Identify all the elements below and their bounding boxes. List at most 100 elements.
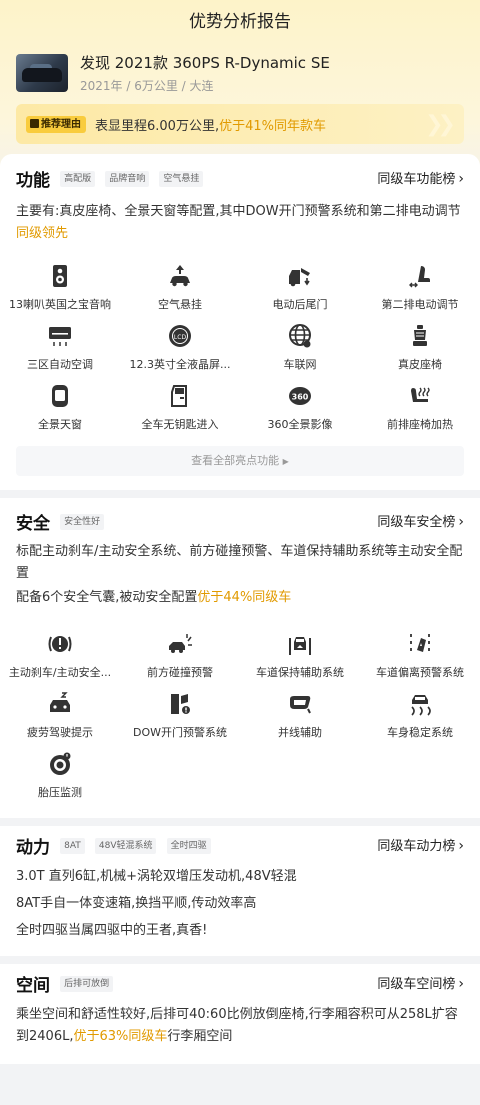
safety-header: 安全 安全性好: [16, 509, 105, 534]
feature-item[interactable]: 三区自动空调: [0, 324, 120, 372]
feature-label: 三区自动空调: [27, 358, 93, 371]
safety-title: 安全: [16, 514, 50, 534]
feature-label: 13喇叭英国之宝音响: [9, 298, 111, 311]
feature-item[interactable]: 第二排电动调节: [360, 264, 480, 312]
function-desc-text: 主要有:真皮座椅、全景天窗等配置,其中DOW开门预警系统和第二排电动调节: [16, 204, 461, 219]
section-divider: [0, 956, 480, 964]
function-rank-link[interactable]: 同级车功能榜 ›: [377, 168, 464, 187]
power-line: 全时四驱当属四驱中的王者,真香!: [16, 923, 208, 938]
globe-icon: [288, 324, 312, 348]
feature-label: 并线辅助: [278, 726, 322, 739]
power-line: 8AT手自一体变速箱,换挡平顺,传动效率高: [16, 896, 257, 911]
feature-item[interactable]: 13喇叭英国之宝音响: [0, 264, 120, 312]
feature-item[interactable]: 360 360全景影像: [240, 384, 360, 432]
feature-label: 车道保持辅助系统: [256, 666, 344, 679]
lane-keep-icon: [288, 632, 312, 656]
safety-desc2-text: 配备6个安全气囊,被动安全配置: [16, 590, 198, 605]
feature-label: 车道偏离预警系统: [376, 666, 464, 679]
safety-feature-item[interactable]: 胎压监测: [0, 752, 120, 800]
feature-item[interactable]: 空气悬挂: [120, 264, 240, 312]
safety-card: 安全 安全性好 同级车安全榜 › 标配主动刹车/主动安全系统、前方碰撞预警、车道保…: [0, 498, 480, 818]
feature-label: 360全景影像: [267, 418, 333, 431]
recommend-text: 表显里程6.00万公里,优于41%同年款车: [95, 115, 326, 134]
safety-feature-item[interactable]: DOW开门预警系统: [120, 692, 240, 740]
space-description: 乘坐空间和舒适性较好,后排可40:60比例放倒座椅,行李厢容积可从258L扩容到…: [16, 1004, 464, 1048]
function-title: 功能: [16, 171, 50, 191]
lcd-icon: LCD: [168, 324, 192, 348]
feature-label: 电动后尾门: [272, 298, 328, 311]
recommend-highlight: 优于41%同年款车: [219, 119, 326, 134]
car-meta: 2021年 / 6万公里 / 大连: [80, 79, 214, 93]
feature-label: 疲劳驾驶提示: [27, 726, 93, 739]
feature-item[interactable]: 前排座椅加热: [360, 384, 480, 432]
recommend-tag-label: 推荐理由: [41, 119, 81, 130]
power-chip: 8AT: [60, 837, 85, 854]
recommend-mileage: 表显里程6.00万公里,: [95, 119, 220, 134]
chevron-right-icon: ›: [458, 976, 464, 992]
door-warning-icon: [168, 692, 192, 716]
feature-item[interactable]: 全景天窗: [0, 384, 120, 432]
space-rank-label: 同级车空间榜: [377, 977, 456, 992]
feature-label: 全车无钥匙进入: [141, 418, 219, 431]
safety-feature-item[interactable]: 车道偏离预警系统: [360, 632, 480, 680]
feature-label: 第二排电动调节: [381, 298, 459, 311]
feature-label: 真皮座椅: [398, 358, 442, 371]
feature-item[interactable]: 真皮座椅: [360, 324, 480, 372]
function-chip: 高配版: [60, 170, 96, 187]
space-title: 空间: [16, 976, 50, 996]
svg-text:LCD: LCD: [174, 334, 187, 341]
safety-feature-item[interactable]: 并线辅助: [240, 692, 360, 740]
safety-feature-item[interactable]: 车身稳定系统: [360, 692, 480, 740]
collision-warning-icon: [168, 632, 192, 656]
speaker-icon: [48, 264, 72, 288]
safety-rank-link[interactable]: 同级车安全榜 ›: [377, 511, 464, 530]
feature-label: 空气悬挂: [158, 298, 202, 311]
feature-label: 前方碰撞预警: [147, 666, 213, 679]
space-desc-suffix: 行李厢空间: [167, 1029, 233, 1044]
tailgate-icon: [288, 264, 312, 288]
safety-airbag-text: 配备6个安全气囊,被动安全配置优于44%同级车: [16, 587, 464, 609]
chevron-right-icon: ›: [458, 514, 464, 530]
safety-rank-label: 同级车安全榜: [377, 515, 456, 530]
power-card: 动力 8AT 48V轻混系统 全时四驱 同级车动力榜 › 3.0T 直列6缸,机械…: [0, 826, 480, 956]
sunroof-icon: [48, 384, 72, 408]
function-chip: 空气悬挂: [159, 170, 204, 187]
feature-item[interactable]: LCD 12.3英寸全液晶屏...: [120, 324, 240, 372]
feature-label: 主动刹车/主动安全...: [8, 666, 112, 679]
feature-item[interactable]: 全车无钥匙进入: [120, 384, 240, 432]
function-rank-label: 同级车功能榜: [377, 172, 456, 187]
chevron-right-icon: ›: [458, 838, 464, 854]
car-title: 发现 2021款 360PS R-Dynamic SE: [80, 54, 330, 72]
feature-label: 车身稳定系统: [387, 726, 453, 739]
recommend-tag: 推荐理由: [26, 116, 86, 133]
space-desc-highlight: 优于63%同级车: [73, 1029, 168, 1044]
space-header: 空间 后排可放倒: [16, 971, 114, 996]
seat-heating-icon: [408, 384, 432, 408]
feature-item[interactable]: 电动后尾门: [240, 264, 360, 312]
feature-label: 前排座椅加热: [387, 418, 453, 431]
feature-label: 车联网: [283, 358, 317, 371]
feature-item[interactable]: 车联网: [240, 324, 360, 372]
leather-seat-icon: [408, 324, 432, 348]
space-chip: 后排可放倒: [60, 975, 114, 992]
safety-feature-item[interactable]: 车道保持辅助系统: [240, 632, 360, 680]
space-card: 空间 后排可放倒 同级车空间榜 › 乘坐空间和舒适性较好,后排可40:60比例放倒…: [0, 964, 480, 1064]
function-desc-highlight: 同级领先: [16, 226, 69, 241]
feature-label: 胎压监测: [38, 786, 82, 799]
power-chip: 全时四驱: [166, 837, 211, 854]
car-summary[interactable]: 发现 2021款 360PS R-Dynamic SE 2021年 / 6万公里…: [16, 52, 464, 96]
safety-feature-item[interactable]: 主动刹车/主动安全...: [0, 632, 120, 680]
chevrons-decoration-icon: ❯❯: [425, 112, 456, 137]
power-rank-link[interactable]: 同级车动力榜 ›: [377, 835, 464, 854]
fatigue-icon: [48, 692, 72, 716]
keyless-door-icon: [168, 384, 192, 408]
section-divider: [0, 490, 480, 498]
safety-feature-item[interactable]: 疲劳驾驶提示: [0, 692, 120, 740]
camera-360-icon: 360: [288, 384, 312, 408]
safety-feature-item[interactable]: 前方碰撞预警: [120, 632, 240, 680]
view-all-features-button[interactable]: 查看全部亮点功能 ▶: [16, 446, 464, 476]
svg-text:360: 360: [292, 393, 309, 402]
space-rank-link[interactable]: 同级车空间榜 ›: [377, 973, 464, 992]
section-divider: [0, 818, 480, 826]
air-conditioner-icon: [48, 324, 72, 348]
